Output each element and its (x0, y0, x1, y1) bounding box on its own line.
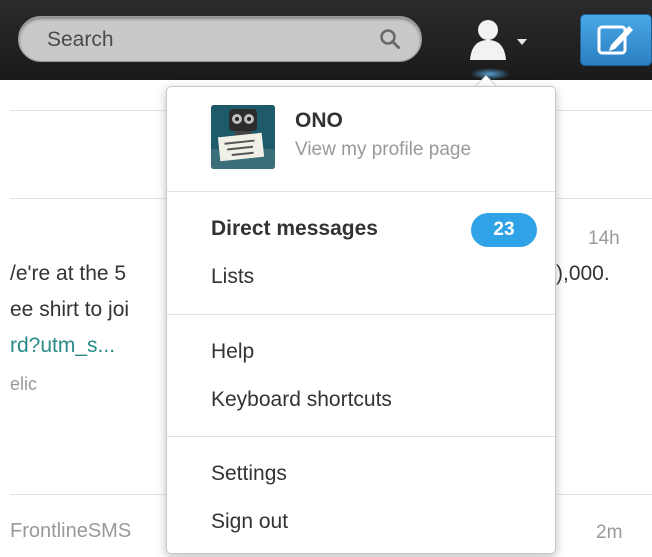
tweet-text-fragment: /e're at the 5 (10, 262, 127, 285)
menu-item-help[interactable]: Help (211, 340, 254, 364)
search-field[interactable]: Search (18, 16, 422, 62)
menu-divider (167, 436, 555, 437)
menu-divider (167, 191, 555, 192)
tweet-text-fragment: ),000. (556, 262, 610, 285)
unread-count-badge: 23 (471, 213, 537, 247)
view-profile-link[interactable]: View my profile page (295, 139, 471, 161)
compose-icon (597, 25, 633, 55)
search-icon[interactable] (379, 28, 401, 50)
compose-tweet-button[interactable] (580, 14, 652, 66)
top-navigation-bar: Search (0, 0, 652, 80)
profile-name[interactable]: ONO (295, 109, 343, 133)
tweet-timestamp[interactable]: 14h (588, 228, 620, 250)
menu-item-lists[interactable]: Lists (211, 265, 254, 289)
user-icon (470, 20, 506, 60)
avatar[interactable] (211, 105, 275, 169)
menu-divider (167, 314, 555, 315)
search-placeholder: Search (47, 28, 114, 51)
user-dropdown-menu: ONO View my profile page Direct messages… (166, 86, 556, 554)
robot-avatar-image (211, 105, 275, 169)
menu-item-sign-out[interactable]: Sign out (211, 510, 288, 534)
menu-item-direct-messages[interactable]: Direct messages (211, 217, 378, 241)
chevron-down-icon (517, 39, 527, 45)
tweet-link[interactable]: rd?utm_s... (10, 334, 115, 358)
menu-item-settings[interactable]: Settings (211, 462, 287, 486)
tweet-meta-fragment: elic (10, 374, 38, 394)
tweet-author[interactable]: FrontlineSMS (10, 520, 131, 543)
menu-item-keyboard-shortcuts[interactable]: Keyboard shortcuts (211, 388, 392, 412)
tweet-timestamp[interactable]: 2m (596, 522, 622, 544)
tweet-text-fragment: ee shirt to joi (10, 298, 130, 321)
user-menu-button[interactable] (464, 18, 534, 64)
